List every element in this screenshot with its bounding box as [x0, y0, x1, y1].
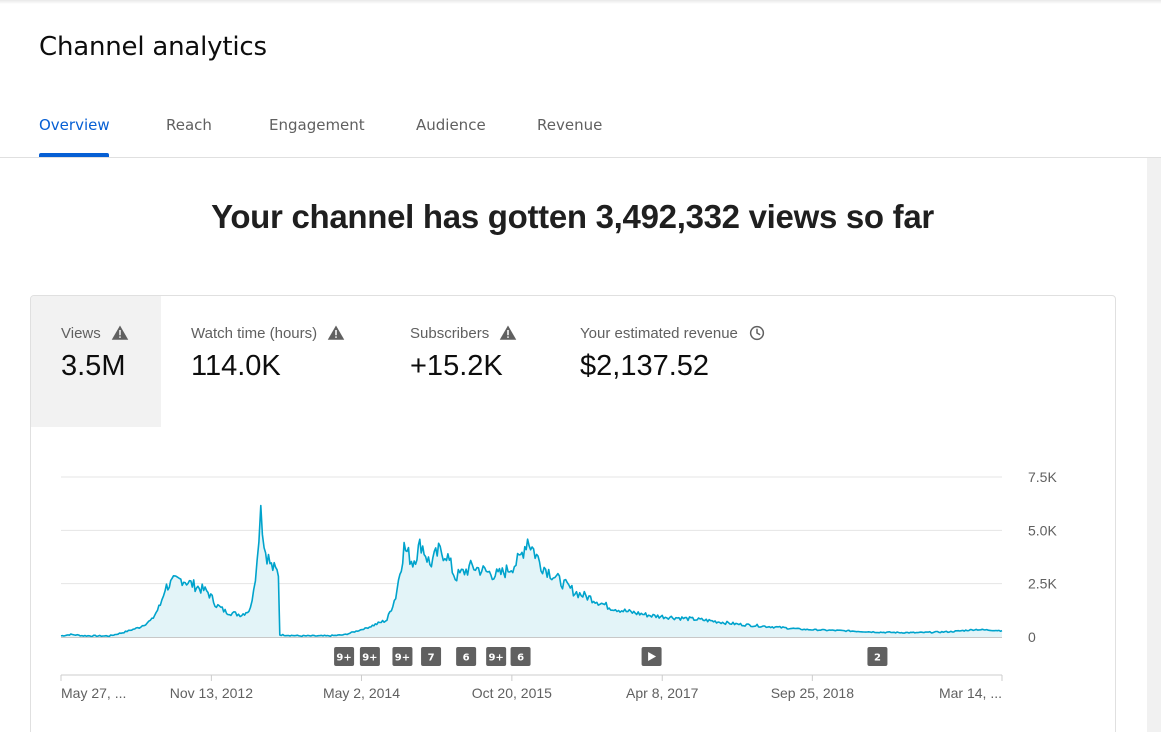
annotation-badge[interactable]: 6	[456, 647, 477, 666]
x-tick-label: Nov 13, 2012	[170, 685, 253, 701]
badge-count: 6	[517, 653, 524, 664]
x-tick-label: Sep 25, 2018	[771, 685, 855, 701]
annotation-badge[interactable]: 9+	[334, 647, 355, 666]
badge-count: 2	[874, 653, 881, 664]
scrollbar[interactable]	[1147, 158, 1161, 732]
badge-count: 9+	[336, 653, 351, 664]
chart-series	[60, 504, 1003, 638]
tab-audience[interactable]: Audience	[416, 116, 486, 134]
top-shadow	[0, 0, 1161, 4]
video-marker[interactable]	[641, 647, 662, 666]
tab-engagement[interactable]: Engagement	[269, 116, 365, 134]
annotation-badge[interactable]: 9+	[486, 647, 507, 666]
metrics-card: Views 3.5M Watch time (hours) 114.0K Sub…	[30, 295, 1116, 732]
x-tick-label: Apr 8, 2017	[626, 685, 699, 701]
annotation-badge[interactable]: 9+	[359, 647, 380, 666]
x-tick-label: Mar 14, ...	[939, 685, 1002, 701]
active-tab-indicator	[39, 153, 109, 157]
y-tick-label: 2.5K	[1028, 576, 1057, 592]
x-tick-label: Oct 20, 2015	[472, 685, 552, 701]
badge-count: 6	[463, 653, 470, 664]
y-tick-label: 7.5K	[1028, 469, 1057, 485]
tab-reach[interactable]: Reach	[166, 116, 212, 134]
chart-annotations: 9+ 9+ 9+ 7 6 9+ 6 2	[334, 647, 888, 666]
views-headline: Your channel has gotten 3,492,332 views …	[211, 198, 934, 235]
annotation-badge[interactable]: 9+	[392, 647, 413, 666]
x-tick-label: May 2, 2014	[323, 685, 400, 701]
y-tick-label: 5.0K	[1028, 522, 1057, 538]
tab-bar: Overview Reach Engagement Audience Reven…	[0, 100, 1161, 158]
annotation-badge[interactable]: 2	[867, 647, 888, 666]
x-tick-label: May 27, ...	[61, 685, 126, 701]
badge-count: 9+	[395, 653, 410, 664]
badge-count: 7	[428, 653, 435, 664]
y-tick-label: 0	[1028, 629, 1036, 645]
badge-count: 9+	[362, 653, 377, 664]
views-chart[interactable]: 7.5K 5.0K 2.5K 0 May 27, ... Nov 13, 2012 May …	[31, 296, 1116, 732]
badge-count: 9+	[488, 653, 503, 664]
tab-revenue[interactable]: Revenue	[537, 116, 602, 134]
annotation-badge[interactable]: 7	[421, 647, 442, 666]
annotation-badge[interactable]: 6	[510, 647, 531, 666]
tab-overview[interactable]: Overview	[39, 116, 110, 134]
series-area	[61, 505, 1002, 637]
page-title: Channel analytics	[39, 32, 267, 62]
